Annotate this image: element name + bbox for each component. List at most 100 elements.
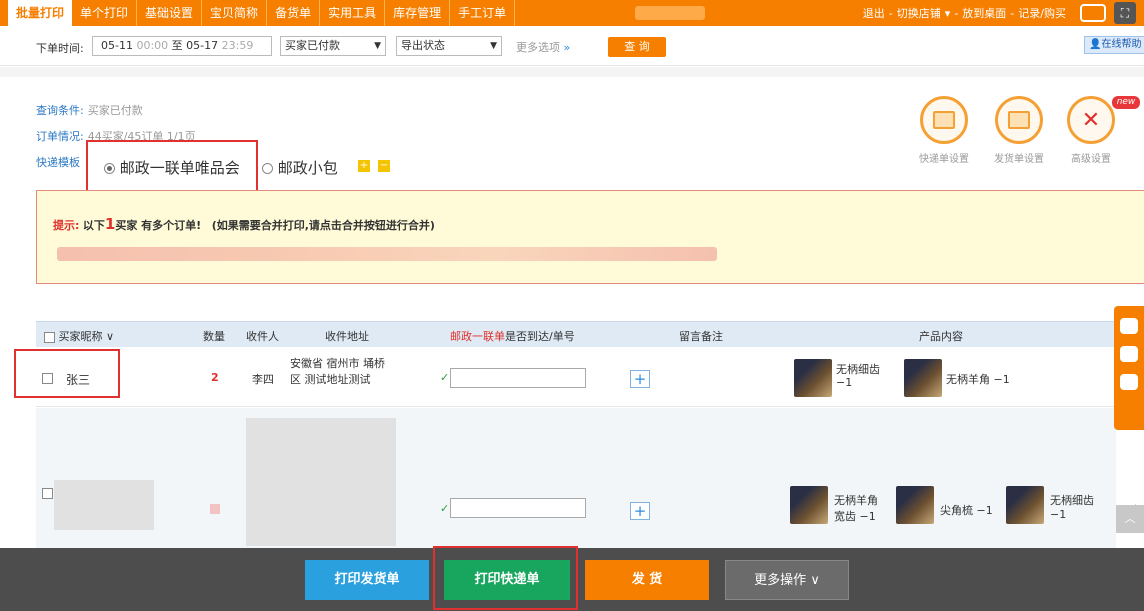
ship-button[interactable]: 发 货 bbox=[585, 560, 709, 600]
tab-batch-print[interactable]: 批量打印 bbox=[8, 0, 73, 26]
remove-template-icon[interactable]: − bbox=[378, 160, 390, 172]
table-header: 买家昵称 ∨ 数量 收件人 收件地址 邮政一联单是否到达/单号 留言备注 产品内… bbox=[36, 321, 1116, 347]
check-icon: ✓ bbox=[440, 502, 450, 515]
express-template-label: 快递模板 bbox=[36, 156, 80, 169]
tab-item-alias[interactable]: 宝贝简称 bbox=[202, 0, 268, 26]
divider-strip bbox=[0, 67, 1144, 77]
online-help-label: 在线帮助 bbox=[1101, 39, 1142, 50]
export-status-value: 导出状态 bbox=[401, 39, 445, 52]
product-thumbnail bbox=[896, 486, 934, 524]
header-buyer-label: 买家昵称 bbox=[58, 330, 103, 343]
chevron-down-icon: ∨ bbox=[106, 330, 115, 343]
product-thumbnail bbox=[904, 359, 942, 397]
tools-icon: ✕ bbox=[1067, 96, 1115, 144]
chevron-down-icon: ▼ bbox=[374, 41, 381, 51]
more-actions-button[interactable]: 更多操作 ∨ bbox=[725, 560, 849, 600]
tab-inventory[interactable]: 库存管理 bbox=[385, 0, 451, 26]
edit-icon[interactable] bbox=[1120, 346, 1138, 362]
express-settings-label: 快递单设置 bbox=[919, 154, 969, 165]
logout-link[interactable]: 退出 bbox=[863, 5, 885, 21]
product-name: 无柄细齿 bbox=[1050, 494, 1094, 507]
order-summary-label: 订单情况: bbox=[36, 130, 84, 143]
product-qty: 宽齿 −1 bbox=[834, 510, 876, 523]
more-options-link[interactable]: 更多选项 » bbox=[516, 39, 570, 55]
tip-box: 提示: 以下1买家 有多个订单! (如果需要合并打印,请点击合并按钮进行合并) bbox=[36, 190, 1144, 284]
separator: - bbox=[954, 6, 959, 20]
express-settings-button[interactable]: 快递单设置 bbox=[909, 96, 979, 165]
chevron-down-icon: ▼ bbox=[490, 41, 497, 51]
radio-icon[interactable] bbox=[262, 163, 273, 174]
product-thumbnail bbox=[794, 359, 832, 397]
header-express-rest: 是否到达/单号 bbox=[505, 330, 575, 343]
product-qty: −1 bbox=[1050, 508, 1067, 521]
separator: - bbox=[888, 6, 893, 20]
chevron-down-icon: ∨ bbox=[810, 573, 820, 588]
template-option-1[interactable]: 邮政一联单唯品会 bbox=[104, 157, 240, 178]
check-icon: ✓ bbox=[440, 371, 450, 384]
header-buyer[interactable]: 买家昵称 ∨ bbox=[44, 328, 114, 344]
help-icon[interactable] bbox=[1120, 374, 1138, 390]
invoice-settings-button[interactable]: 发货单设置 bbox=[984, 96, 1054, 165]
select-all-checkbox[interactable] bbox=[44, 331, 55, 343]
tip-text-a: 以下 bbox=[82, 219, 105, 232]
receiver-name: 李四 bbox=[252, 373, 274, 386]
time-from: 00:00 bbox=[136, 39, 169, 52]
export-status-select[interactable]: 导出状态 ▼ bbox=[396, 36, 502, 56]
blurred-shop-name bbox=[635, 6, 706, 20]
invoice-settings-label: 发货单设置 bbox=[994, 154, 1044, 165]
tab-basic-settings[interactable]: 基础设置 bbox=[137, 0, 203, 26]
expand-icon[interactable]: ⛶ bbox=[1114, 2, 1136, 24]
address-line-2: 区 测试地址测试 bbox=[290, 373, 371, 386]
more-options-label: 更多选项 bbox=[516, 41, 560, 54]
record-purchase-link[interactable]: 记录/购买 bbox=[1018, 5, 1066, 21]
order-status-select[interactable]: 买家已付款 ▼ bbox=[280, 36, 386, 56]
template-option-2[interactable]: 邮政小包 bbox=[262, 157, 338, 178]
invoice-settings-icon bbox=[995, 96, 1043, 144]
product-name: 无柄羊角 −1 bbox=[946, 373, 1010, 386]
switch-shop-link[interactable]: 切换店铺 bbox=[897, 5, 941, 21]
online-help-button[interactable]: 👤在线帮助 bbox=[1084, 36, 1144, 54]
tip-count: 1 bbox=[104, 215, 116, 233]
tab-manual-order[interactable]: 手工订单 bbox=[450, 0, 516, 26]
product-name: 尖角梳 −1 bbox=[940, 504, 993, 517]
scroll-top-icon[interactable]: ︿ bbox=[1116, 505, 1144, 533]
order-time-label: 下单时间: bbox=[36, 42, 84, 55]
row-checkbox[interactable] bbox=[42, 486, 53, 499]
add-template-icon[interactable]: + bbox=[358, 160, 370, 172]
express-settings-icon bbox=[920, 96, 968, 144]
separator: - bbox=[1010, 6, 1015, 20]
tab-stock-list[interactable]: 备货单 bbox=[267, 0, 321, 26]
query-button[interactable]: 查 询 bbox=[608, 37, 666, 57]
header-express-template: 邮政一联单 bbox=[450, 330, 505, 343]
tracking-number-input[interactable] bbox=[450, 368, 586, 388]
highlight-buyer-box bbox=[14, 349, 120, 398]
double-chevron-icon: » bbox=[563, 41, 571, 54]
tip-text-c: (如果需要合并打印,请点击合并按钮进行合并) bbox=[211, 219, 435, 232]
date-range-input[interactable]: 05-11 00:00 至 05-17 23:59 bbox=[92, 36, 272, 56]
add-remark-button[interactable]: + bbox=[630, 502, 650, 520]
tab-tools[interactable]: 实用工具 bbox=[320, 0, 386, 26]
add-remark-button[interactable]: + bbox=[630, 370, 650, 388]
blurred-qty bbox=[210, 504, 220, 514]
address-line-1: 安徽省 宿州市 埇桥 bbox=[290, 357, 385, 370]
order-status-value: 买家已付款 bbox=[285, 39, 340, 52]
highlight-print-express-box bbox=[433, 546, 578, 610]
desktop-shortcut-link[interactable]: 放到桌面 bbox=[962, 5, 1006, 21]
chat-icon[interactable] bbox=[1120, 318, 1138, 334]
new-badge: new bbox=[1112, 96, 1140, 109]
tab-single-print[interactable]: 单个打印 bbox=[72, 0, 138, 26]
query-condition-label: 查询条件: bbox=[36, 104, 84, 117]
advanced-settings-label: 高级设置 bbox=[1071, 154, 1111, 165]
chevron-down-icon: ▾ bbox=[944, 6, 951, 20]
header-product: 产品内容 bbox=[919, 330, 963, 343]
print-invoice-button[interactable]: 打印发货单 bbox=[305, 560, 429, 600]
tip-prefix: 提示: bbox=[53, 219, 80, 232]
header-express: 邮政一联单是否到达/单号 bbox=[450, 328, 575, 344]
blurred-merge-info bbox=[57, 247, 717, 261]
tip-text: 提示: 以下1买家 有多个订单! (如果需要合并打印,请点击合并按钮进行合并) bbox=[53, 215, 435, 233]
order-qty: 2 bbox=[211, 371, 219, 384]
tracking-number-input[interactable] bbox=[450, 498, 586, 518]
top-right-links: 退出 - 切换店铺 ▾ - 放到桌面 - 记录/购买 ⛶ bbox=[863, 0, 1136, 26]
blurred-buyer bbox=[54, 480, 154, 530]
radio-selected-icon[interactable] bbox=[104, 163, 115, 174]
